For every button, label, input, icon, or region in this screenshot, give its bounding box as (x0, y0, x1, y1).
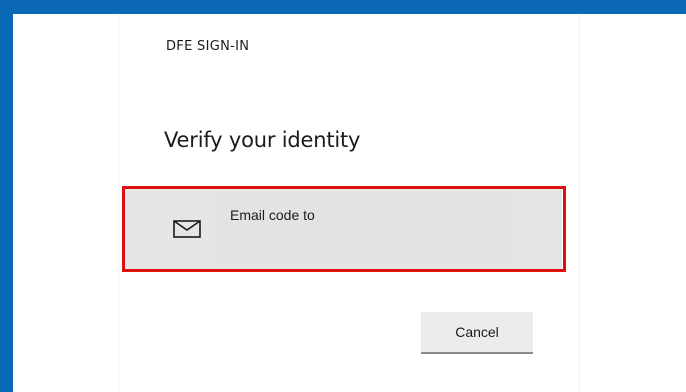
cancel-button[interactable]: Cancel (421, 312, 533, 354)
brand-name: DFE SIGN-IN (166, 39, 250, 54)
page-title: Verify your identity (164, 128, 361, 152)
selection-highlight (122, 186, 566, 272)
